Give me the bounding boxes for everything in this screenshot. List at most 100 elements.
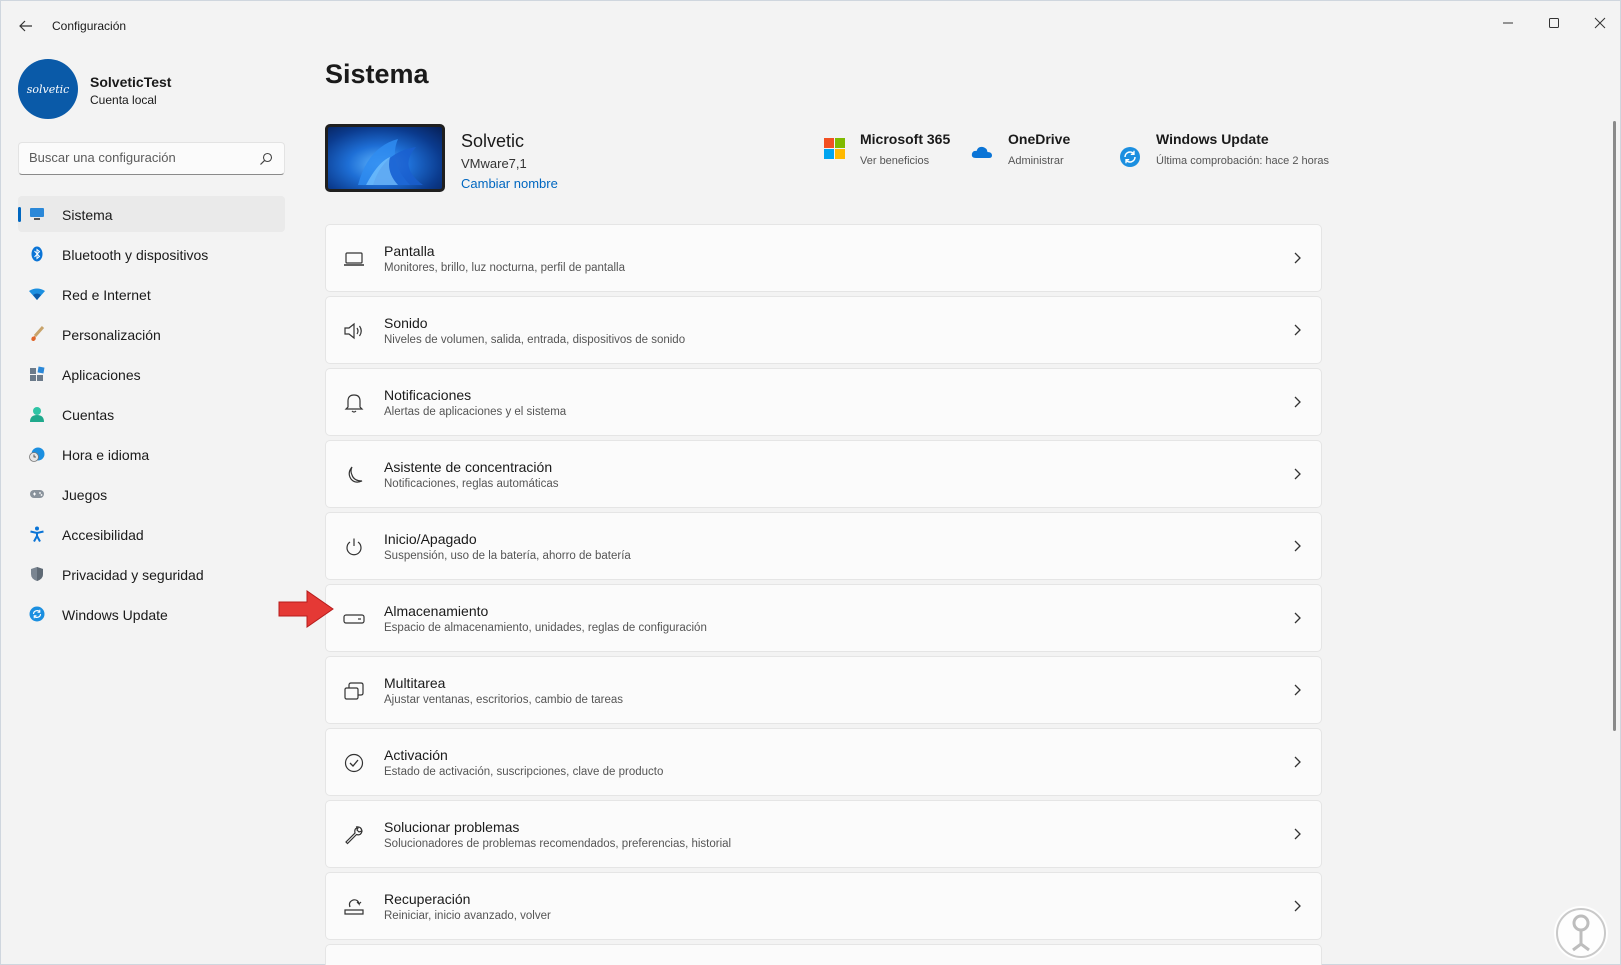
- settings-row-recuperacion[interactable]: Recuperación Reiniciar, inicio avanzado,…: [325, 872, 1322, 940]
- settings-row-pantalla[interactable]: Pantalla Monitores, brillo, luz nocturna…: [325, 224, 1322, 292]
- sidebar-item-bluetooth[interactable]: Bluetooth y dispositivos: [18, 236, 285, 272]
- chevron-right-icon: [1294, 396, 1301, 408]
- settings-row-sonido[interactable]: Sonido Niveles de volumen, salida, entra…: [325, 296, 1322, 364]
- device-name: Solvetic: [461, 131, 525, 151]
- settings-row-concentracion[interactable]: Asistente de concentración Notificacione…: [325, 440, 1322, 508]
- check-circle-icon: [342, 751, 366, 775]
- settings-row-solucionar[interactable]: Solucionar problemas Solucionadores de p…: [325, 800, 1322, 868]
- search-input[interactable]: [29, 150, 249, 165]
- sidebar-item-label: Windows Update: [62, 607, 168, 623]
- chevron-right-icon: [1294, 900, 1301, 912]
- settings-row-desc: Solucionadores de problemas recomendados…: [384, 838, 732, 850]
- settings-row-title: Inicio/Apagado: [384, 531, 477, 547]
- monitor-icon: [29, 206, 45, 222]
- avatar-text: solvetic: [26, 82, 70, 96]
- search-box[interactable]: [18, 142, 285, 175]
- chevron-right-icon: [1294, 612, 1301, 624]
- apps-icon: [29, 366, 45, 382]
- storage-drive-icon: [342, 607, 366, 631]
- chevron-right-icon: [1294, 540, 1301, 552]
- speaker-icon: [342, 319, 366, 343]
- sidebar-item-label: Cuentas: [62, 407, 115, 423]
- settings-row-title: Multitarea: [384, 675, 446, 691]
- watermark-logo-icon: [1554, 906, 1608, 960]
- sidebar-item-juegos[interactable]: Juegos: [18, 476, 285, 512]
- settings-row-almacenamiento[interactable]: Almacenamiento Espacio de almacenamiento…: [325, 584, 1322, 652]
- sidebar-item-label: Bluetooth y dispositivos: [62, 247, 209, 263]
- chevron-right-icon: [1294, 324, 1301, 336]
- sidebar-item-label: Aplicaciones: [62, 367, 141, 383]
- back-arrow-icon: [19, 20, 32, 32]
- sidebar-item-personalizacion[interactable]: Personalización: [18, 316, 285, 352]
- settings-window: Configuración solvetic SolveticTest Cuen…: [0, 0, 1621, 965]
- sidebar-item-label: Accesibilidad: [62, 527, 144, 543]
- avatar[interactable]: solvetic: [18, 59, 78, 119]
- info-subtitle: Última comprobación: hace 2 horas: [1156, 155, 1330, 167]
- sidebar-nav: Sistema Bluetooth y dispositivos Red e I…: [18, 196, 285, 636]
- settings-row-desc: Monitores, brillo, luz nocturna, perfil …: [384, 262, 625, 274]
- settings-row-title: Notificaciones: [384, 387, 472, 403]
- settings-row-desc: Reiniciar, inicio avanzado, volver: [384, 910, 551, 922]
- settings-row-desc: Notificaciones, reglas automáticas: [384, 478, 559, 490]
- scrollbar[interactable]: [1613, 121, 1616, 731]
- sidebar-item-label: Privacidad y seguridad: [62, 567, 204, 583]
- account-type: Cuenta local: [90, 93, 157, 107]
- rename-link[interactable]: Cambiar nombre: [461, 176, 558, 191]
- settings-row-partial[interactable]: [325, 944, 1322, 965]
- settings-list: Pantalla Monitores, brillo, luz nocturna…: [325, 224, 1322, 965]
- gamepad-icon: [29, 486, 45, 502]
- page-title: Sistema: [325, 59, 429, 89]
- wifi-icon: [29, 286, 45, 302]
- chevron-right-icon: [1294, 684, 1301, 696]
- bluetooth-icon: [29, 246, 45, 262]
- power-icon: [342, 535, 366, 559]
- back-button[interactable]: [15, 15, 37, 37]
- settings-row-inicio-apagado[interactable]: Inicio/Apagado Suspensión, uso de la bat…: [325, 512, 1322, 580]
- device-thumbnail: [325, 124, 445, 192]
- settings-row-desc: Alertas de aplicaciones y el sistema: [384, 406, 567, 418]
- settings-row-activacion[interactable]: Activación Estado de activación, suscrip…: [325, 728, 1322, 796]
- bell-icon: [342, 391, 366, 415]
- shield-icon: [29, 566, 45, 582]
- settings-row-desc: Suspensión, uso de la batería, ahorro de…: [384, 550, 631, 562]
- settings-row-title: Pantalla: [384, 243, 435, 259]
- info-subtitle: Ver beneficios: [860, 155, 930, 167]
- sidebar-item-windows-update[interactable]: Windows Update: [18, 596, 285, 632]
- info-title: OneDrive: [1008, 131, 1071, 147]
- chevron-right-icon: [1294, 828, 1301, 840]
- sidebar-item-cuentas[interactable]: Cuentas: [18, 396, 285, 432]
- settings-row-desc: Estado de activación, suscripciones, cla…: [384, 766, 664, 778]
- moon-icon: [342, 463, 366, 487]
- close-button[interactable]: [1577, 7, 1621, 39]
- settings-row-desc: Espacio de almacenamiento, unidades, reg…: [384, 622, 707, 634]
- sidebar-item-privacidad[interactable]: Privacidad y seguridad: [18, 556, 285, 592]
- settings-row-title: Almacenamiento: [384, 603, 489, 619]
- search-icon[interactable]: [258, 151, 274, 167]
- sidebar-item-label: Red e Internet: [62, 287, 151, 303]
- chevron-right-icon: [1294, 252, 1301, 264]
- info-subtitle: Administrar: [1008, 155, 1064, 167]
- sidebar-item-sistema[interactable]: Sistema: [18, 196, 285, 232]
- settings-row-title: Sonido: [384, 315, 428, 331]
- user-name: SolveticTest: [90, 74, 172, 90]
- close-icon: [1594, 17, 1606, 29]
- recovery-icon: [342, 895, 366, 919]
- maximize-button[interactable]: [1531, 7, 1577, 39]
- sidebar-item-hora[interactable]: Hora e idioma: [18, 436, 285, 472]
- settings-row-title: Activación: [384, 747, 448, 763]
- sidebar-item-red[interactable]: Red e Internet: [18, 276, 285, 312]
- update-icon: [29, 606, 45, 622]
- minimize-button[interactable]: [1485, 7, 1531, 39]
- window-title: Configuración: [52, 19, 127, 33]
- device-model: VMware7,1: [461, 156, 527, 171]
- settings-row-multitarea[interactable]: Multitarea Ajustar ventanas, escritorios…: [325, 656, 1322, 724]
- clock-globe-icon: [29, 446, 45, 462]
- sidebar-item-aplicaciones[interactable]: Aplicaciones: [18, 356, 285, 392]
- sidebar-item-accesibilidad[interactable]: Accesibilidad: [18, 516, 285, 552]
- person-icon: [29, 406, 45, 422]
- sidebar-item-label: Hora e idioma: [62, 447, 150, 463]
- settings-row-notificaciones[interactable]: Notificaciones Alertas de aplicaciones y…: [325, 368, 1322, 436]
- accessibility-icon: [29, 526, 45, 542]
- onedrive-cloud-icon: [971, 146, 992, 158]
- info-title: Microsoft 365: [860, 131, 951, 147]
